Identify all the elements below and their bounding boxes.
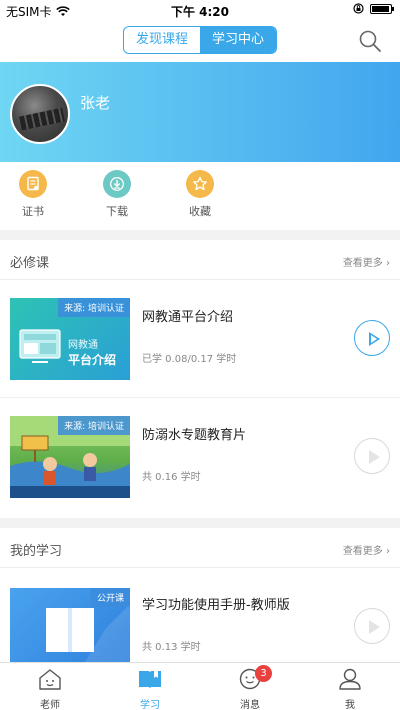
tab-label: 消息 [240, 700, 260, 710]
nav-bar: 发现课程 学习中心 [0, 20, 400, 62]
status-bar: 无SIM卡 下午 4:20 [0, 0, 400, 20]
book-icon [139, 671, 161, 689]
section-header: 必修课 查看更多 › [0, 240, 400, 280]
view-more-link[interactable]: 查看更多 › [343, 542, 390, 557]
course-title: 防溺水专题教育片 [142, 428, 247, 443]
section-header: 我的学习 查看更多 › [0, 528, 400, 568]
tab-learning-center[interactable]: 学习中心 [200, 27, 276, 53]
status-time: 下午 4:20 [170, 5, 230, 19]
unread-badge: 3 [255, 665, 272, 682]
my-learning-section: 我的学习 查看更多 › 公开课 学习功能使用手册-教师版 共 0.13 学时 [0, 528, 400, 662]
profile-banner: 张老 [0, 62, 400, 162]
section-title: 必修课 [10, 256, 50, 271]
section-title: 我的学习 [10, 544, 63, 559]
quick-actions: 证书 下载 收藏 [0, 162, 400, 230]
thumb-caption-line2: 平台介绍 [68, 353, 117, 367]
required-courses-section: 必修课 查看更多 › 来源: 培训认证 网教通 平台介绍 网教通平台介绍 已学 … [0, 240, 400, 518]
orientation-lock-icon [353, 3, 364, 14]
play-icon [369, 332, 380, 346]
tab-label: 我 [345, 700, 355, 710]
bottom-tab-bar: 老师 学习 3 消息 我 [0, 662, 400, 710]
tab-label: 老师 [40, 700, 60, 710]
status-right [353, 3, 394, 14]
tab-discover-courses[interactable]: 发现课程 [124, 27, 200, 53]
segmented-control: 发现课程 学习中心 [123, 26, 277, 54]
play-button[interactable] [354, 320, 390, 356]
favorites-label: 收藏 [189, 205, 211, 218]
thumb-caption-line1: 网教通 [68, 340, 98, 351]
tab-me[interactable]: 我 [320, 667, 380, 710]
star-icon [186, 170, 214, 198]
play-button[interactable] [354, 438, 390, 474]
course-item[interactable]: 公开课 学习功能使用手册-教师版 共 0.13 学时 [0, 568, 400, 662]
play-icon [369, 450, 380, 464]
tab-learning[interactable]: 学习 [120, 667, 180, 710]
course-item[interactable]: 来源: 培训认证 防溺水专题教育片 共 0.16 学时 [0, 398, 400, 516]
user-icon [339, 668, 361, 690]
chevron-right-icon: › [386, 546, 390, 557]
download-button[interactable]: 下载 [87, 170, 147, 219]
course-title: 学习功能使用手册-教师版 [142, 598, 290, 613]
course-thumbnail: 来源: 培训认证 [10, 416, 130, 498]
tab-messages[interactable]: 3 消息 [220, 665, 280, 710]
course-hours: 共 0.13 学时 [142, 642, 201, 653]
course-item[interactable]: 来源: 培训认证 网教通 平台介绍 网教通平台介绍 已学 0.08/0.17 学… [0, 280, 400, 398]
certificate-label: 证书 [22, 205, 44, 218]
download-label: 下载 [106, 205, 128, 218]
favorites-button[interactable]: 收藏 [170, 170, 230, 219]
course-progress: 已学 0.08/0.17 学时 [142, 354, 237, 365]
play-icon [369, 620, 380, 634]
certificate-icon [19, 170, 47, 198]
tab-teacher[interactable]: 老师 [20, 667, 80, 710]
source-tag: 来源: 培训认证 [58, 298, 130, 317]
chevron-right-icon: › [386, 258, 390, 269]
avatar[interactable] [10, 84, 70, 144]
play-button[interactable] [354, 608, 390, 644]
search-icon[interactable] [358, 29, 382, 53]
course-thumbnail: 来源: 培训认证 网教通 平台介绍 [10, 298, 130, 380]
course-hours: 共 0.16 学时 [142, 472, 201, 483]
tab-label: 学习 [140, 700, 160, 710]
battery-icon [370, 3, 394, 14]
course-title: 网教通平台介绍 [142, 310, 234, 325]
certificate-button[interactable]: 证书 [3, 170, 63, 219]
teacher-home-icon [39, 669, 61, 690]
source-tag: 来源: 培训认证 [58, 416, 130, 435]
course-thumbnail: 公开课 [10, 588, 130, 662]
view-more-link[interactable]: 查看更多 › [343, 254, 390, 269]
user-name: 张老 [80, 94, 111, 112]
open-course-tag: 公开课 [90, 588, 130, 607]
download-icon [103, 170, 131, 198]
